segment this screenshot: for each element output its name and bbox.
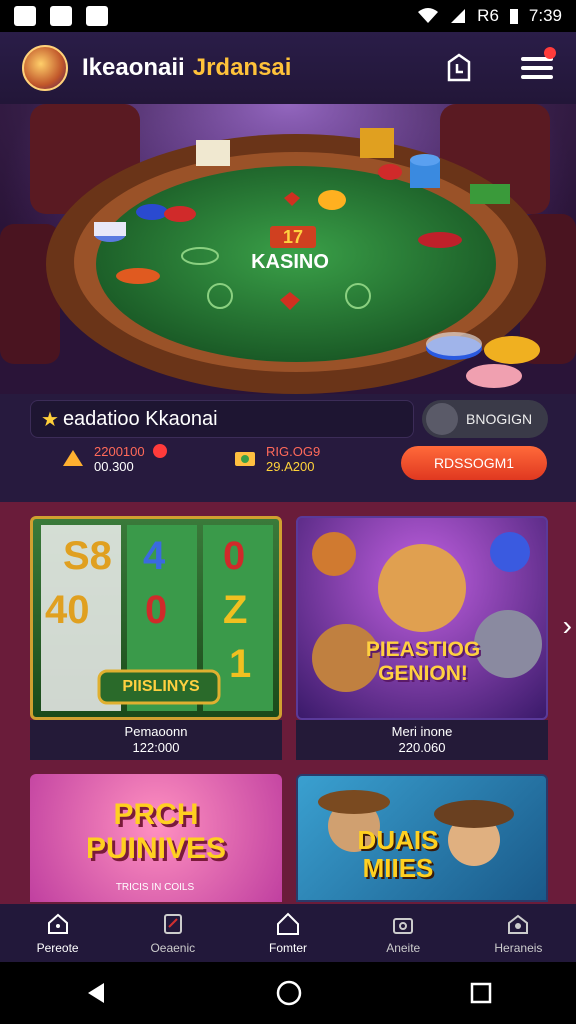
history-button[interactable] <box>442 51 476 85</box>
app-logo[interactable] <box>22 45 68 91</box>
game-thumbnail: DUAIS MIIES <box>296 774 548 902</box>
casino-table-illustration: 17 KASINO <box>0 104 576 394</box>
game-subtitle: TRICIS IN COILS <box>115 882 195 893</box>
game-amount: 122:000 <box>132 740 180 755</box>
home-icon <box>47 913 68 934</box>
game-title: Pemaoonn <box>124 724 188 739</box>
search-panel: ★ eadatioo Kkaonai BNOGIGN 2200100 00.30… <box>0 394 576 502</box>
nav-item-casino[interactable]: Fomter <box>230 904 345 962</box>
recents-icon[interactable] <box>470 982 492 1004</box>
chevron-right-icon[interactable]: › <box>563 610 572 642</box>
hero-banner[interactable]: 17 KASINO <box>0 104 576 394</box>
stat-balance: 2200100 00.300 <box>60 444 167 474</box>
app-header: Ikeaonaii Jrdansai <box>0 32 576 104</box>
signal-icon <box>451 9 466 23</box>
menu-button[interactable] <box>520 47 556 85</box>
table-brand: KASINO <box>251 251 329 273</box>
game-card[interactable]: PIEASTIOG GENION! Meri inone 220.060 <box>296 516 548 760</box>
gift-icon <box>393 918 414 934</box>
star-icon: ★ <box>41 408 59 431</box>
game-info: Pemaoonn 122:000 <box>30 720 282 760</box>
primary-cta-button[interactable]: RDSSOGM1 <box>401 446 547 480</box>
svg-text:40: 40 <box>45 588 90 632</box>
profile-icon <box>508 914 529 934</box>
search-input[interactable]: ★ eadatioo Kkaonai <box>30 400 414 438</box>
home-circle-icon[interactable] <box>275 979 303 1007</box>
cards-icon <box>163 914 182 934</box>
nav-item-home[interactable]: Pereote <box>0 904 115 962</box>
table-number: 17 <box>283 227 303 247</box>
bottom-nav: Pereote Oeaenic Fomter Aneite Heraneis <box>0 904 576 962</box>
coin-icon <box>63 450 83 466</box>
svg-text:1: 1 <box>229 642 251 686</box>
notification-icon <box>50 6 72 26</box>
game-card[interactable]: PRCH PUINIVES TRICIS IN COILS <box>30 774 282 902</box>
battery-icon <box>509 9 518 24</box>
game-logo-text: PIISLINYS <box>122 678 200 695</box>
back-icon[interactable] <box>84 981 108 1005</box>
stat-winnings: RIG.OG9 29.A200 <box>232 444 320 474</box>
svg-text:0: 0 <box>223 534 245 578</box>
cash-icon <box>235 452 255 466</box>
game-thumbnail: S8 4 0 40 0 Z 1 PIISLINYS <box>30 516 282 720</box>
svg-text:Z: Z <box>223 588 247 632</box>
svg-text:0: 0 <box>145 588 167 632</box>
game-thumbnail: PIEASTIOG GENION! <box>296 516 548 720</box>
svg-text:4: 4 <box>143 534 166 578</box>
game-logo-text: DUAIS MIIES <box>357 825 439 883</box>
nav-item-games[interactable]: Oeaenic <box>115 904 230 962</box>
game-amount: 220.060 <box>398 740 446 755</box>
notification-badge <box>544 47 556 59</box>
status-bar: R6 7:39 <box>0 0 576 32</box>
nav-item-promotions[interactable]: Aneite <box>346 904 461 962</box>
game-info: Meri inone 220.060 <box>296 720 548 760</box>
game-logo-text: PRCH PUINIVES <box>85 798 227 865</box>
clock-icon <box>447 53 471 82</box>
alert-badge <box>152 444 167 458</box>
game-title: Meri inone <box>391 724 453 739</box>
notification-icon <box>14 6 36 26</box>
game-card[interactable]: S8 4 0 40 0 Z 1 PIISLINYS Pemaoonn 122:0… <box>30 516 282 760</box>
clock: 7:39 <box>528 6 562 25</box>
toggle-knob <box>426 403 458 435</box>
wifi-icon <box>418 8 439 23</box>
app-title: Ikeaonaii Jrdansai <box>82 54 292 81</box>
game-card[interactable]: DUAIS MIIES <box>296 774 548 902</box>
svg-text:S8: S8 <box>63 534 112 578</box>
nav-item-profile[interactable]: Heraneis <box>461 904 576 962</box>
game-logo-text: PIEASTIOG GENION! <box>365 638 481 685</box>
mode-toggle[interactable]: BNOGIGN <box>422 400 548 438</box>
game-thumbnail: PRCH PUINIVES TRICIS IN COILS <box>30 774 282 902</box>
house-icon <box>277 912 299 935</box>
signal-text: R6 <box>477 6 499 25</box>
game-grid: S8 4 0 40 0 Z 1 PIISLINYS Pemaoonn 122:0… <box>0 502 576 904</box>
system-nav-bar <box>0 962 576 1024</box>
notification-icon <box>86 6 108 26</box>
